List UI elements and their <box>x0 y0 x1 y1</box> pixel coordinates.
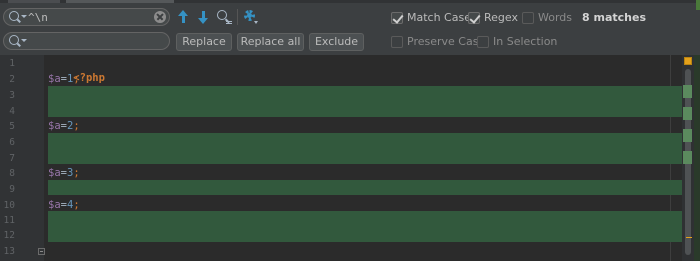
code-variable: $a <box>48 73 61 85</box>
line-number: 9 <box>9 184 15 195</box>
line-number-gutter: 1 2 3 4 5 6 7 8 9 10 11 12 13 <box>0 55 45 261</box>
editor-tab-strip <box>0 0 700 3</box>
search-field[interactable]: ^\n <box>3 8 170 26</box>
toolbar-separator <box>237 9 238 25</box>
words-label: Words <box>538 11 573 24</box>
code-line: <?php <box>48 56 105 84</box>
replace-button[interactable]: Replace <box>176 33 232 51</box>
line-number: 13 <box>3 246 15 257</box>
replace-history-icon[interactable] <box>9 35 19 45</box>
code-semicolon: ; <box>73 167 80 179</box>
preserve-case-label: Preserve Case <box>407 35 486 48</box>
match-highlight <box>48 211 697 242</box>
gear-icon[interactable] <box>243 9 259 25</box>
exclude-button[interactable]: Exclude <box>309 33 364 51</box>
regex-checkbox[interactable] <box>468 12 480 24</box>
in-selection-checkbox[interactable] <box>477 36 489 48</box>
code-line: $a=3; <box>48 166 80 181</box>
in-selection-label: In Selection <box>493 35 558 48</box>
match-case-checkbox[interactable] <box>391 12 403 24</box>
line-number: 6 <box>9 137 15 148</box>
code-semicolon: ; <box>73 199 80 211</box>
stripe-match-marker[interactable] <box>683 129 692 142</box>
chevron-down-icon <box>21 39 27 42</box>
line-number: 4 <box>9 106 15 117</box>
line-number: 12 <box>3 230 15 241</box>
line-number: 2 <box>9 74 15 85</box>
search-input[interactable]: ^\n <box>28 11 48 24</box>
search-history-icon[interactable] <box>9 11 19 21</box>
line-number: 7 <box>9 153 15 164</box>
replace-field[interactable] <box>3 32 170 50</box>
find-replace-panel: ^\n Replace Replace all Exclude Match Ca… <box>0 0 700 55</box>
match-count: 8 matches <box>582 11 646 24</box>
code-variable: $a <box>48 199 61 211</box>
code-line: $a=4; <box>48 198 80 213</box>
code-line: /* <box>48 244 86 261</box>
line-number: 8 <box>9 168 15 179</box>
chevron-down-icon <box>21 15 27 18</box>
window-edge <box>696 0 700 10</box>
match-highlight <box>48 180 697 195</box>
match-highlight <box>48 86 697 117</box>
line-number: 10 <box>3 200 15 211</box>
match-highlight <box>48 133 697 164</box>
line-number: 11 <box>3 215 15 226</box>
line-number: 3 <box>9 90 15 101</box>
code-line: $a=1; <box>48 72 80 87</box>
regex-label: Regex <box>484 11 518 24</box>
code-semicolon: ; <box>73 120 80 132</box>
next-occurrence-icon[interactable] <box>196 9 212 25</box>
stripe-match-marker[interactable] <box>683 85 692 98</box>
stripe-match-marker[interactable] <box>683 151 692 164</box>
line-number: 5 <box>9 121 15 132</box>
editor-tab[interactable] <box>8 0 60 3</box>
stripe-match-marker[interactable] <box>683 107 692 120</box>
stripe-caret-marker <box>686 237 692 239</box>
code-variable: $a <box>48 167 61 179</box>
find-all-icon[interactable] <box>216 9 232 25</box>
window-edge <box>694 55 700 261</box>
preserve-case-checkbox[interactable] <box>391 36 403 48</box>
fold-icon[interactable] <box>38 248 45 255</box>
inspection-status-icon[interactable] <box>684 57 692 65</box>
replace-all-button[interactable]: Replace all <box>237 33 304 51</box>
editor-tab[interactable] <box>66 0 174 3</box>
line-number: 1 <box>9 58 15 69</box>
words-checkbox[interactable] <box>522 12 534 24</box>
code-editor[interactable]: 1 2 3 4 5 6 7 8 9 10 11 12 13 <?php $a=1… <box>0 55 700 261</box>
code-variable: $a <box>48 120 61 132</box>
code-line: $a=2; <box>48 119 80 134</box>
match-case-label: Match Case <box>407 11 471 24</box>
code-semicolon: ; <box>73 73 80 85</box>
clear-search-icon[interactable] <box>154 11 166 23</box>
previous-occurrence-icon[interactable] <box>176 9 192 25</box>
